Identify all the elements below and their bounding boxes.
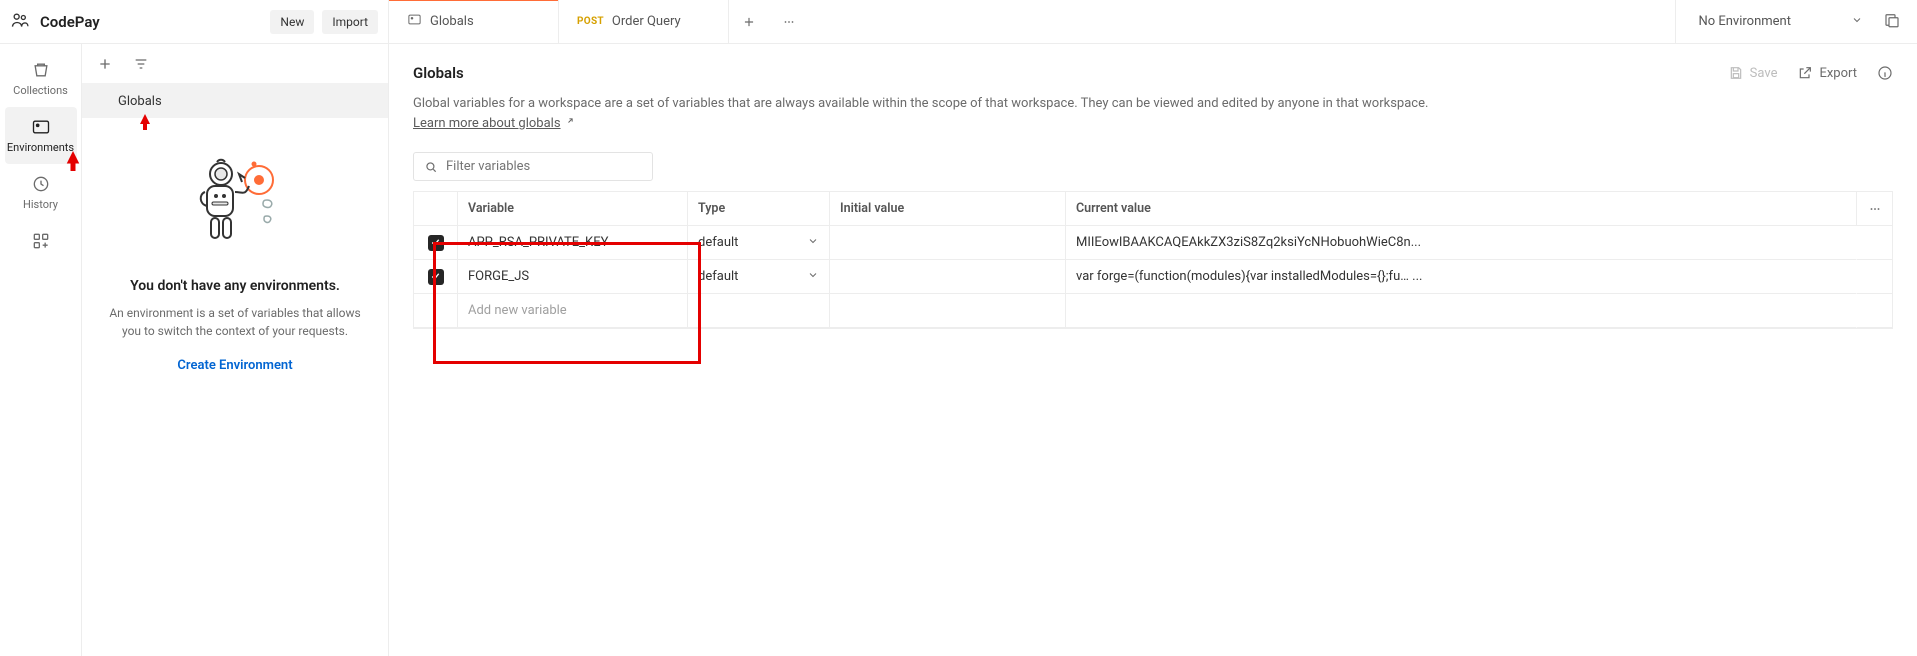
filter-input-field[interactable]: [446, 159, 642, 174]
initial-value-cell[interactable]: [829, 260, 1065, 294]
header-current: Current value: [1065, 192, 1856, 226]
header-variable: Variable: [457, 192, 687, 226]
new-button[interactable]: New: [270, 10, 314, 34]
environment-selector[interactable]: No Environment: [1692, 10, 1869, 34]
table-row-add[interactable]: [413, 294, 1892, 328]
current-placeholder: [1065, 294, 1856, 328]
new-tab-button[interactable]: [729, 0, 769, 43]
row-spacer: [1856, 294, 1892, 328]
header-type: Type: [687, 192, 829, 226]
environments-sidebar: Globals: [82, 44, 389, 656]
row-checkbox[interactable]: [413, 226, 457, 260]
sidebar-item-globals[interactable]: Globals: [82, 84, 388, 118]
empty-state-description: An environment is a set of variables tha…: [100, 304, 370, 340]
rail-label: Collections: [13, 84, 68, 97]
empty-state-illustration: [175, 144, 295, 264]
filter-icon[interactable]: [126, 49, 156, 79]
rail-environments[interactable]: Environments: [5, 107, 77, 164]
table-options-button[interactable]: [1856, 192, 1892, 226]
globals-icon: [407, 12, 422, 31]
workspace-name[interactable]: CodePay: [40, 13, 262, 31]
search-icon: [424, 160, 438, 174]
method-badge: POST: [577, 16, 604, 27]
variable-name-cell[interactable]: FORGE_JS: [457, 260, 687, 294]
team-icon: [10, 10, 30, 34]
row-spacer: [1856, 260, 1892, 294]
initial-value-cell[interactable]: [829, 226, 1065, 260]
header-initial: Initial value: [829, 192, 1065, 226]
add-variable-input[interactable]: [468, 303, 677, 318]
import-button[interactable]: Import: [322, 10, 378, 34]
tabs-bar: Globals POST Order Query: [389, 0, 1675, 43]
page-title: Globals: [413, 64, 464, 82]
external-link-icon: [563, 115, 574, 135]
page-description: Global variables for a workspace are a s…: [413, 96, 1428, 111]
row-spacer: [1856, 226, 1892, 260]
chevron-down-icon: [1851, 14, 1863, 30]
left-rail: Collections Environments History: [0, 44, 82, 656]
current-value-cell[interactable]: var forge=(function(modules){var install…: [1065, 260, 1856, 294]
row-checkbox[interactable]: [413, 260, 457, 294]
tab-globals[interactable]: Globals: [389, 0, 559, 43]
variable-type-cell[interactable]: default: [687, 226, 829, 260]
type-placeholder: [687, 294, 829, 328]
info-icon[interactable]: [1877, 65, 1893, 81]
tab-order-query[interactable]: POST Order Query: [559, 0, 729, 43]
chevron-down-icon: [807, 269, 819, 285]
tab-label: Order Query: [612, 14, 681, 29]
variable-name-cell[interactable]: APP_RSA_PRIVATE_KEY: [457, 226, 687, 260]
chevron-down-icon: [807, 235, 819, 251]
create-environment-link[interactable]: Create Environment: [177, 358, 292, 373]
table-row[interactable]: APP_RSA_PRIVATE_KEY default MIIEowIBAAKC…: [413, 226, 1892, 260]
current-value-cell[interactable]: MIIEowIBAAKCAQEAkkZX3ziS8Zq2ksiYcNHobuoh…: [1065, 226, 1856, 260]
tab-overflow-button[interactable]: [769, 0, 809, 43]
rail-history[interactable]: History: [5, 164, 77, 221]
row-checkbox-placeholder: [413, 294, 457, 328]
add-variable-cell[interactable]: [457, 294, 687, 328]
export-button[interactable]: Export: [1797, 65, 1857, 81]
create-environment-icon[interactable]: [90, 49, 120, 79]
content-pane: Globals Save Export Global variables for…: [389, 44, 1917, 656]
annotation-arrow-icon: [138, 114, 152, 134]
filter-variables-input[interactable]: [413, 152, 653, 181]
variable-type-cell[interactable]: default: [687, 260, 829, 294]
empty-state-title: You don't have any environments.: [130, 278, 340, 294]
save-button[interactable]: Save: [1728, 65, 1778, 81]
environment-label: No Environment: [1698, 14, 1791, 29]
table-row[interactable]: FORGE_JS default var forge=(function(mod…: [413, 260, 1892, 294]
tab-label: Globals: [430, 14, 474, 29]
export-label: Export: [1819, 66, 1857, 81]
checkbox-checked-icon: [428, 235, 444, 251]
environment-quicklook-icon[interactable]: [1883, 11, 1901, 33]
header-checkbox-cell: [413, 192, 457, 226]
rail-label: History: [23, 198, 58, 211]
learn-more-link[interactable]: Learn more about globals: [413, 116, 574, 131]
initial-placeholder: [829, 294, 1065, 328]
save-label: Save: [1750, 66, 1778, 81]
variables-table: Variable Type Initial value Current valu…: [413, 191, 1893, 329]
checkbox-checked-icon: [428, 269, 444, 285]
rail-more[interactable]: [5, 221, 77, 261]
sidebar-item-label: Globals: [118, 94, 162, 109]
rail-collections[interactable]: Collections: [5, 50, 77, 107]
